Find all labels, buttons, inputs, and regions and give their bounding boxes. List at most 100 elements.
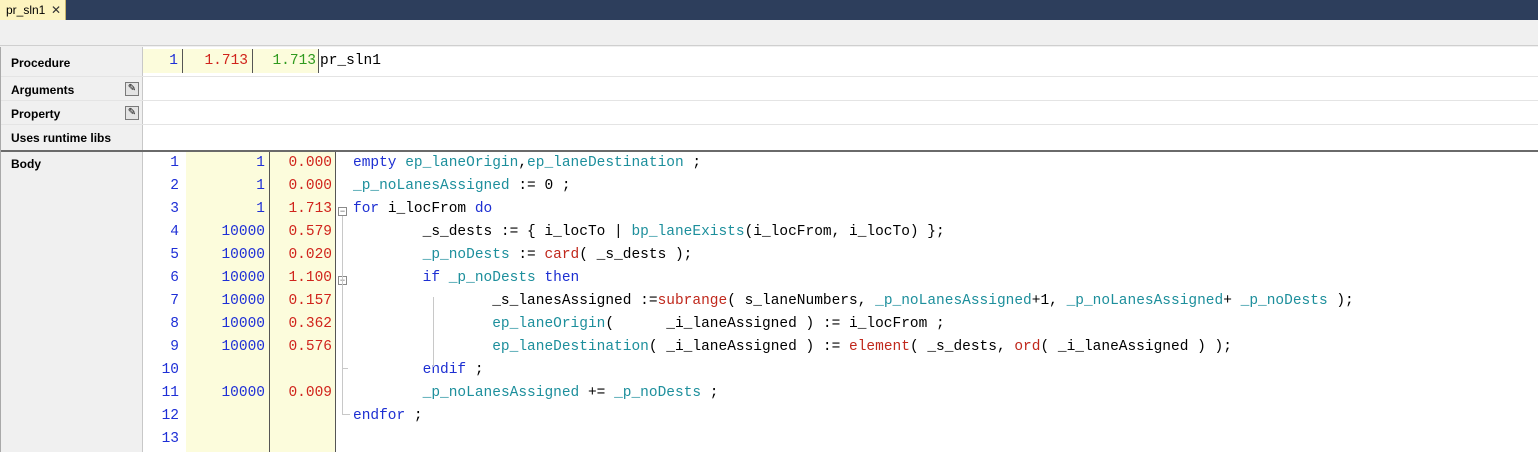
exec-time: 0.157 — [288, 293, 332, 309]
hit-count: 1 — [256, 201, 265, 217]
code-token: subrange — [657, 293, 728, 309]
hit-count: 1 — [256, 178, 265, 194]
line-number: 1 — [170, 155, 179, 171]
code-token: bp_laneExists — [631, 224, 745, 240]
code-line[interactable]: _p_noDests := card( _s_dests ); — [353, 244, 693, 267]
document-tab-bar: pr_sln1 ✕ — [0, 0, 1538, 20]
procedure-time-1: 1.713 — [183, 49, 253, 73]
body-label-column — [1, 152, 143, 452]
code-token: i_locFrom — [387, 201, 475, 217]
property-label: Property — [11, 107, 61, 121]
code-token: ( _i_laneAssigned ) ); — [1040, 339, 1232, 355]
code-token: ( _s_dests, — [909, 339, 1015, 355]
hit-count: 10000 — [221, 293, 265, 309]
code-line[interactable]: if _p_noDests then — [353, 267, 580, 290]
code-token: for — [353, 201, 388, 217]
code-token: := — [509, 247, 545, 263]
line-number: 4 — [170, 224, 179, 240]
code-token: _p_noLanesAssigned — [1066, 293, 1224, 309]
code-token: ; — [466, 362, 484, 378]
exec-time — [270, 405, 335, 428]
code-line[interactable]: endfor ; — [353, 405, 423, 428]
code-token: (i_locFrom, i_locTo) }; — [744, 224, 945, 240]
code-line[interactable]: empty ep_laneOrigin,ep_laneDestination ; — [353, 152, 701, 175]
code-token: ; — [683, 155, 702, 171]
code-line[interactable]: ep_laneOrigin( _i_laneAssigned ) := i_lo… — [353, 313, 945, 336]
code-token: _p_noLanesAssigned — [875, 293, 1032, 309]
code-token: ep_laneOrigin — [492, 316, 606, 332]
code-line[interactable]: endif ; — [353, 359, 484, 382]
hit-count: 10000 — [221, 270, 265, 286]
exec-time: 0.000 — [288, 155, 332, 171]
code-token: + — [1223, 293, 1241, 309]
toolbar — [0, 20, 1538, 46]
hit-count: 10000 — [221, 316, 265, 332]
code-token: element — [849, 339, 910, 355]
line-number: 10 — [161, 362, 179, 378]
code-line[interactable]: _s_lanesAssigned :=subrange( s_laneNumbe… — [353, 290, 1354, 313]
tab-title: pr_sln1 — [6, 3, 46, 17]
code-token: := 0 ; — [509, 178, 571, 194]
code-token: _p_noDests — [614, 385, 702, 401]
code-token: _p_noDests — [1240, 293, 1328, 309]
code-token: _p_noDests — [422, 247, 510, 263]
edit-property-button[interactable]: ✎ — [125, 106, 139, 120]
procedure-name[interactable]: pr_sln1 — [320, 49, 720, 73]
code-token: _p_noLanesAssigned — [422, 385, 580, 401]
fold-guide — [433, 297, 434, 367]
code-token: ; — [405, 408, 423, 424]
code-token: ep_laneDestination — [492, 339, 649, 355]
code-token: ( s_laneNumbers, — [727, 293, 876, 309]
exec-time — [270, 428, 335, 451]
fold-toggle-icon[interactable]: − — [338, 207, 347, 216]
tab-pr-sln1[interactable]: pr_sln1 ✕ — [0, 0, 66, 20]
line-number: 7 — [170, 293, 179, 309]
code-token: _s_lanesAssigned := — [353, 293, 658, 309]
line-number: 8 — [170, 316, 179, 332]
line-number: 6 — [170, 270, 179, 286]
exec-time: 0.362 — [288, 316, 332, 332]
code-token: ep_laneOrigin — [405, 155, 519, 171]
uses-runtime-libs-label: Uses runtime libs — [11, 131, 112, 145]
hit-count: 10000 — [221, 224, 265, 240]
code-line[interactable]: _s_dests := { i_locTo | bp_laneExists(i_… — [353, 221, 945, 244]
exec-time — [270, 359, 335, 382]
edit-arguments-button[interactable]: ✎ — [125, 82, 139, 96]
line-number: 9 — [170, 339, 179, 355]
code-token: ( _i_laneAssigned ) := — [648, 339, 850, 355]
line-number: 13 — [161, 431, 179, 447]
code-token: endfor — [353, 408, 406, 424]
fold-guide — [342, 216, 343, 414]
exec-time: 0.009 — [288, 385, 332, 401]
line-number: 2 — [170, 178, 179, 194]
close-icon[interactable]: ✕ — [51, 0, 61, 20]
line-number: 3 — [170, 201, 179, 217]
exec-time: 0.579 — [288, 224, 332, 240]
code-token: +1, — [1031, 293, 1067, 309]
code-line[interactable]: for i_locFrom do — [353, 198, 492, 221]
code-token: ord — [1014, 339, 1041, 355]
code-line[interactable]: ep_laneDestination( _i_laneAssigned ) :=… — [353, 336, 1232, 359]
exec-time: 0.020 — [288, 247, 332, 263]
code-token: ); — [1327, 293, 1354, 309]
code-token: _s_dests := { i_locTo | — [353, 224, 632, 240]
code-token: do — [474, 201, 493, 217]
arguments-label: Arguments — [11, 83, 75, 97]
procedure-editor: Procedure Arguments ✎ Property ✎ Uses ru… — [0, 47, 1538, 452]
code-token: endif — [422, 362, 467, 378]
procedure-line-number: 1 — [143, 49, 183, 73]
code-line[interactable]: _p_noLanesAssigned := 0 ; — [353, 175, 571, 198]
exec-time: 1.100 — [288, 270, 332, 286]
code-token: , — [518, 155, 528, 171]
code-token: += — [579, 385, 615, 401]
code-line[interactable]: _p_noLanesAssigned += _p_noDests ; — [353, 382, 719, 405]
code-token: ( _i_laneAssigned ) := i_locFrom ; — [605, 316, 945, 332]
code-token: card — [544, 247, 580, 263]
code-token: ; — [701, 385, 719, 401]
exec-time: 0.000 — [288, 178, 332, 194]
